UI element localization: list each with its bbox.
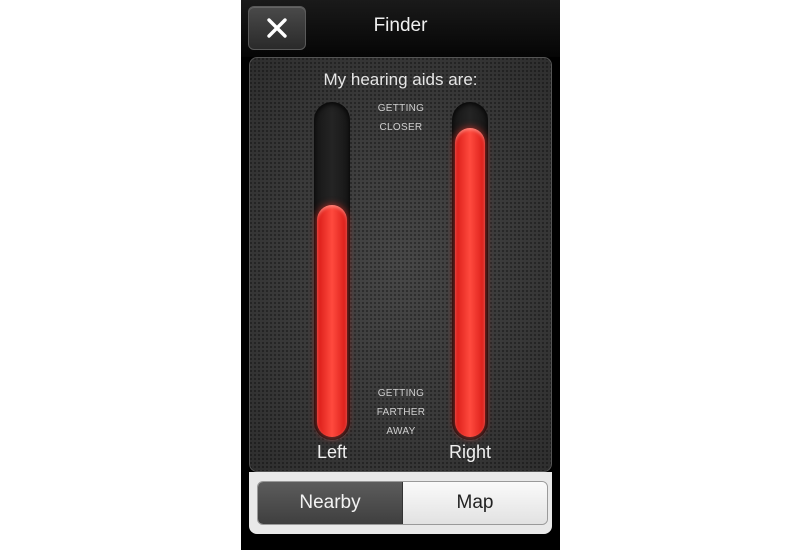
tab-map[interactable]: Map bbox=[403, 482, 547, 524]
getting-farther-hint: GETTING FARTHER AWAY bbox=[349, 384, 453, 441]
header-bar: Finder bbox=[241, 0, 560, 57]
getting-closer-hint: GETTING CLOSER bbox=[349, 99, 453, 137]
left-meter-fill bbox=[317, 204, 347, 437]
right-meter bbox=[452, 102, 488, 440]
finder-screen: Finder My hearing aids are: GETTING CLOS… bbox=[241, 0, 560, 550]
left-meter bbox=[314, 102, 350, 440]
right-meter-fill bbox=[455, 128, 485, 437]
hint-line: CLOSER bbox=[379, 122, 423, 133]
view-segmented-control: Nearby Map bbox=[257, 481, 548, 525]
panel-title: My hearing aids are: bbox=[323, 70, 478, 89]
hint-line: FARTHER bbox=[376, 407, 426, 418]
page-title: Finder bbox=[373, 15, 428, 36]
hint-line: GETTING bbox=[377, 388, 425, 399]
tab-nearby[interactable]: Nearby bbox=[258, 482, 403, 524]
proximity-panel: My hearing aids are: GETTING CLOSER GETT… bbox=[249, 57, 552, 472]
hint-line: AWAY bbox=[386, 426, 416, 437]
bottom-tab-bar: Nearby Map bbox=[249, 472, 552, 534]
right-label: Right bbox=[448, 442, 492, 462]
hint-line: GETTING bbox=[377, 103, 425, 114]
left-label: Left bbox=[316, 442, 348, 462]
